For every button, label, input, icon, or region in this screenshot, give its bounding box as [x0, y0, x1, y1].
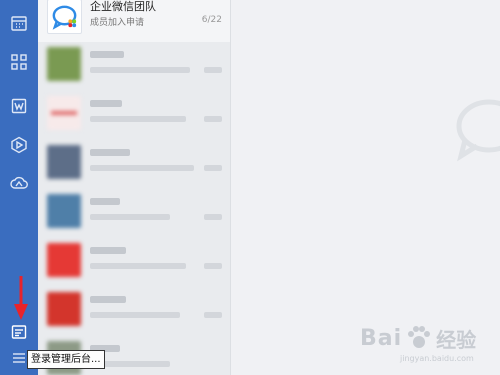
menu-icon[interactable] — [9, 348, 29, 368]
list-item[interactable] — [38, 42, 231, 91]
apps-grid-icon[interactable] — [9, 52, 29, 72]
avatar — [47, 145, 81, 179]
calendar-icon[interactable] — [9, 13, 29, 33]
doc-icon[interactable] — [9, 96, 29, 116]
list-item[interactable] — [38, 140, 231, 189]
list-item[interactable] — [38, 91, 231, 140]
wecom-logo-icon — [52, 5, 77, 30]
admin-console-icon[interactable] — [9, 322, 29, 342]
list-item[interactable]: 企业微信团队 成员加入申请 6/22 — [38, 0, 231, 42]
conversation-count: 6/22 — [201, 15, 222, 25]
list-item[interactable] — [38, 287, 231, 336]
avatar — [47, 47, 81, 81]
watermark: Bai 经验 jingyan.baidu.com — [360, 316, 492, 364]
avatar — [47, 0, 82, 34]
watermark-brand: Bai — [360, 325, 403, 351]
watermark-cn: 经验 — [436, 327, 477, 352]
red-arrow-annotation — [14, 276, 28, 320]
chat-bubble-icon — [456, 99, 500, 162]
conversation-list: 企业微信团队 成员加入申请 6/22 — [38, 0, 231, 375]
watermark-url: jingyan.baidu.com — [400, 354, 474, 363]
conversation-preview: 成员加入申请 — [90, 18, 145, 28]
list-item[interactable] — [38, 238, 231, 287]
avatar — [47, 194, 81, 228]
admin-console-tooltip: 登录管理后台... — [27, 350, 105, 369]
avatar — [47, 243, 81, 277]
drive-icon[interactable] — [9, 135, 29, 155]
cloud-icon[interactable] — [9, 173, 29, 193]
avatar — [47, 292, 81, 326]
conversation-name: 企业微信团队 — [90, 0, 156, 13]
paw-icon — [408, 326, 431, 348]
list-item[interactable] — [38, 189, 231, 238]
avatar — [47, 96, 81, 130]
sidebar — [0, 0, 38, 375]
